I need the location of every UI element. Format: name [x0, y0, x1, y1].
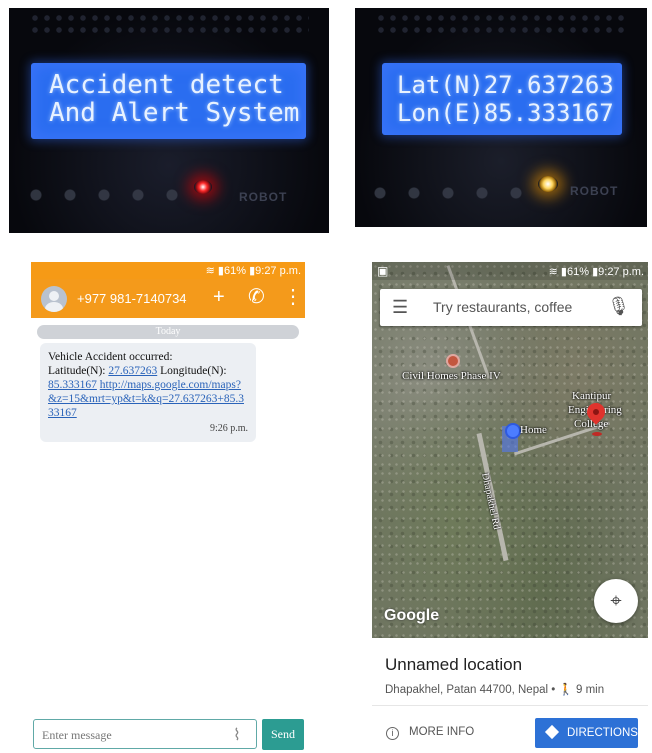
latitude-label: Latitude(N): [48, 365, 106, 377]
paperclip-icon[interactable]: ⌇ [233, 725, 241, 745]
avatar[interactable] [41, 286, 67, 312]
send-button[interactable]: Send [262, 719, 304, 750]
wifi-icon: ≋ [205, 265, 215, 277]
map-search-box[interactable]: ☰ Try restaurants, coffee 🎙 [380, 289, 642, 326]
battery-percent: 61% [223, 265, 247, 277]
directions-icon [544, 724, 560, 740]
directions-label: DIRECTIONS [567, 727, 638, 739]
lcd-line-1: Lat(N)27.637263 [397, 71, 614, 99]
pcb-header-pins [375, 12, 627, 38]
lcd-line-2: And Alert System [49, 98, 300, 128]
map-label-civil-homes: Civil Homes Phase IV [402, 370, 501, 382]
walk-icon: 🚶 [558, 684, 573, 696]
status-time: 9:27 p.m. [598, 266, 644, 278]
pcb-header-pins [29, 12, 309, 38]
phone-icon[interactable]: ✆ [248, 285, 265, 309]
directions-button[interactable]: DIRECTIONS [535, 718, 638, 748]
board-buttons [19, 186, 179, 204]
poi-marker-icon[interactable] [446, 354, 460, 368]
lcd-line-1: Accident detect [49, 70, 284, 100]
lcd-photo-coordinates: Lat(N)27.637263 Lon(E)85.333167 ROBOT [355, 8, 647, 227]
message-time: 9:26 p.m. [209, 423, 248, 434]
map-label-kantipur: Kantipur [572, 390, 612, 402]
lcd-display: Lat(N)27.637263 Lon(E)85.333167 [382, 63, 622, 135]
date-divider: Today [37, 325, 299, 339]
crosshair-icon: ⌖ [610, 590, 622, 612]
contact-number: +977 981-7140734 [77, 291, 187, 306]
divider [372, 705, 648, 706]
board-label: ROBOT [239, 190, 288, 204]
sms-status-bar: ≋ ▮61% ▮9:27 p.m. [31, 262, 305, 279]
current-location-dot[interactable] [505, 423, 521, 439]
lcd-line-2: Lon(E)85.333167 [397, 99, 614, 127]
menu-icon[interactable]: ☰ [392, 297, 408, 318]
image-icon: ▣ [377, 264, 389, 278]
message-compose-bar: Enter message ⌇ Send [33, 719, 304, 751]
info-icon: i [386, 727, 399, 740]
message-line-1: Vehicle Accident occurred: [48, 351, 173, 363]
pin-shadow [592, 432, 602, 436]
sms-contact-header: +977 981-7140734 + ✆ ⋮ [31, 279, 305, 318]
message-input[interactable]: Enter message [33, 719, 257, 749]
more-info-label: MORE INFO [409, 726, 475, 738]
red-led [194, 180, 212, 194]
my-location-button[interactable]: ⌖ [594, 579, 638, 623]
more-vert-icon[interactable]: ⋮ [283, 285, 303, 309]
place-address: Dhapakhel, Patan 44700, Nepal • 🚶 9 min [385, 684, 605, 696]
battery-percent: 61% [566, 266, 590, 278]
add-icon[interactable]: + [213, 285, 225, 309]
board-label: ROBOT [570, 184, 619, 198]
lcd-display: Accident detect And Alert System [31, 63, 306, 139]
search-input[interactable]: Try restaurants, coffee [433, 299, 572, 315]
google-logo: Google [384, 607, 440, 624]
place-title: Unnamed location [385, 655, 523, 674]
wifi-icon: ≋ [548, 266, 558, 278]
more-info-button[interactable]: i MORE INFO [386, 726, 474, 740]
microphone-icon[interactable]: 🎙 [607, 296, 630, 317]
latitude-value-link[interactable]: 27.637263 [108, 365, 157, 377]
lcd-photo-title: Accident detect And Alert System ROBOT [9, 8, 329, 233]
yellow-led [538, 176, 558, 192]
longitude-value-link[interactable]: 85.333167 [48, 379, 97, 391]
address-text: Dhapakhel, Patan 44700, Nepal [385, 684, 549, 696]
walk-time: 9 min [576, 684, 605, 696]
board-buttons [363, 184, 533, 202]
map-label-home: Home [520, 424, 547, 436]
longitude-label: Longitude(N): [160, 365, 227, 377]
status-time: 9:27 p.m. [255, 265, 301, 277]
map-status-bar: ▣ ≋ ▮61% ▮9:27 p.m. [372, 262, 648, 280]
map-view[interactable]: ▣ ≋ ▮61% ▮9:27 p.m. ☰ Try restaurants, c… [372, 262, 648, 638]
message-bubble: Vehicle Accident occurred: Latitude(N): … [40, 343, 256, 442]
